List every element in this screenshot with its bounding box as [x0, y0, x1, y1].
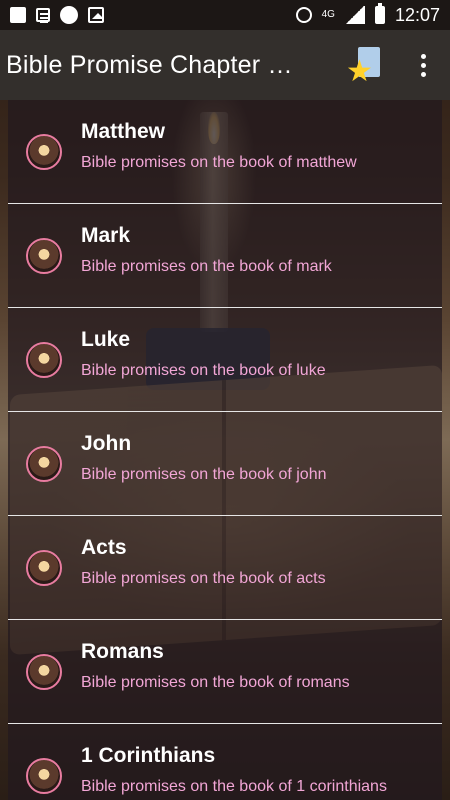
status-bar: 4G 12:07: [0, 0, 450, 30]
menu-dot-icon: [420, 62, 426, 68]
item-subtitle: Bible promises on the book of john: [81, 466, 327, 483]
chapter-list: Matthew Bible promises on the book of ma…: [0, 100, 450, 800]
app-title: Bible Promise Chapter by…: [6, 50, 306, 79]
favorites-button[interactable]: ★: [346, 45, 382, 88]
item-subtitle: Bible promises on the book of matthew: [81, 154, 357, 171]
notification-icon: [10, 7, 26, 23]
battery-icon: [374, 3, 385, 24]
item-subtitle: Bible promises on the book of luke: [81, 362, 326, 379]
circle-icon: [60, 6, 78, 24]
list-item[interactable]: John Bible promises on the book of john: [8, 412, 442, 516]
bible-avatar-icon: [26, 342, 62, 378]
item-title: Matthew: [81, 120, 165, 143]
item-subtitle: Bible promises on the book of romans: [81, 674, 350, 691]
bible-avatar-icon: [26, 550, 62, 586]
item-title: John: [81, 432, 132, 455]
list-item[interactable]: Mark Bible promises on the book of mark: [8, 204, 442, 308]
signal-icon: [344, 6, 365, 24]
menu-dot-icon: [420, 71, 426, 77]
bible-avatar-icon: [26, 654, 62, 690]
item-title: Luke: [81, 328, 131, 351]
news-icon: [36, 8, 50, 22]
bible-avatar-icon: [26, 134, 62, 170]
overflow-menu-button[interactable]: [408, 45, 438, 85]
status-left-icons: [10, 6, 104, 24]
star-icon: ★: [346, 55, 373, 88]
list-item[interactable]: Matthew Bible promises on the book of ma…: [8, 100, 442, 204]
item-subtitle: Bible promises on the book of mark: [81, 258, 332, 275]
item-title: Acts: [81, 536, 127, 559]
list-item[interactable]: Acts Bible promises on the book of acts: [8, 516, 442, 620]
item-title: 1 Corinthians: [81, 744, 216, 767]
app-bar: Bible Promise Chapter by… ★: [0, 30, 450, 100]
bible-avatar-icon: [26, 446, 62, 482]
item-title: Romans: [81, 640, 164, 663]
bible-avatar-icon: [26, 238, 62, 274]
list-item[interactable]: Luke Bible promises on the book of luke: [8, 308, 442, 412]
item-subtitle: Bible promises on the book of 1 corinthi…: [81, 778, 387, 795]
list-item[interactable]: Romans Bible promises on the book of rom…: [8, 620, 442, 724]
item-title: Mark: [81, 224, 131, 247]
clock: 12:07: [394, 4, 440, 25]
menu-dot-icon: [420, 53, 426, 59]
gallery-icon: [88, 7, 104, 23]
data-saver-icon: [295, 7, 312, 23]
item-subtitle: Bible promises on the book of acts: [81, 570, 326, 587]
bible-avatar-icon: [26, 758, 62, 794]
list-item[interactable]: 1 Corinthians Bible promises on the book…: [8, 724, 442, 800]
network-type: 4G: [321, 9, 335, 20]
status-right-icons: 4G 12:07: [295, 3, 440, 26]
